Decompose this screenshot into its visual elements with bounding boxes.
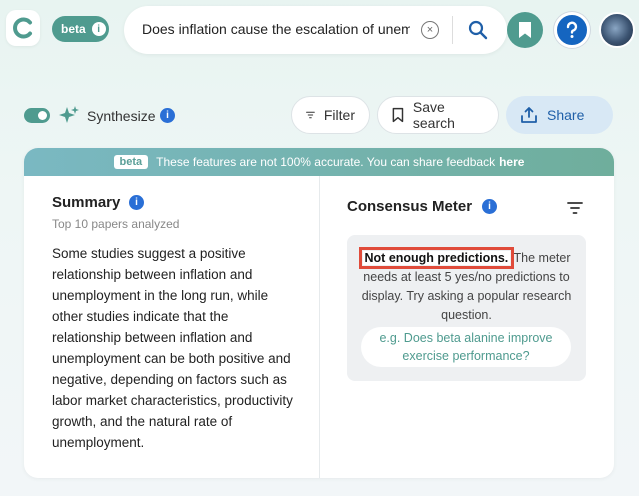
not-enough-predictions-label: Not enough predictions.: [358, 247, 515, 269]
banner-beta-tag: beta: [113, 155, 149, 169]
summary-body: Some studies suggest a positive relation…: [52, 246, 293, 450]
share-button[interactable]: Share: [506, 96, 613, 134]
sparkle-icon: [58, 105, 80, 127]
feedback-link[interactable]: here: [499, 155, 524, 169]
clear-icon[interactable]: ×: [421, 21, 439, 39]
share-icon: [521, 107, 537, 123]
beta-label: beta: [61, 22, 86, 36]
results-card: beta These features are not 100% accurat…: [24, 148, 614, 478]
filter-label: Filter: [323, 107, 355, 123]
sort-icon[interactable]: [566, 200, 584, 216]
consensus-meter-panel: Not enough predictions. The meter needs …: [347, 235, 586, 381]
column-divider: [319, 176, 320, 478]
consensus-meter-title: Consensus Meter: [347, 198, 473, 215]
search-bar: Does inflation cause the escalation of u…: [124, 6, 507, 54]
summary-subtitle: Top 10 papers analyzed: [52, 217, 180, 231]
logo-icon[interactable]: [6, 10, 40, 46]
avatar[interactable]: [599, 12, 635, 48]
bookmark-outline-icon: [392, 107, 404, 123]
filter-icon: [306, 111, 315, 119]
info-icon[interactable]: i: [129, 195, 144, 210]
info-icon[interactable]: i: [482, 199, 497, 214]
filter-button[interactable]: Filter: [291, 96, 370, 134]
share-label: Share: [547, 107, 585, 123]
search-icon[interactable]: [466, 18, 490, 42]
bookmark-icon[interactable]: [507, 12, 543, 48]
beta-banner: beta These features are not 100% accurat…: [24, 148, 614, 176]
consensus-message: Not enough predictions. The meter needs …: [357, 247, 576, 325]
synthesize-label: Synthesize: [87, 108, 156, 124]
example-question-button[interactable]: e.g. Does beta alanine improve exercise …: [361, 327, 571, 367]
banner-text: These features are not 100% accurate. Yo…: [156, 155, 496, 169]
beta-badge[interactable]: beta i: [52, 16, 109, 42]
summary-title: Summary: [52, 194, 121, 211]
search-input[interactable]: Does inflation cause the escalation of u…: [142, 21, 410, 37]
save-search-label: Save search: [412, 99, 455, 131]
synthesize-toggle[interactable]: [24, 108, 50, 123]
help-icon[interactable]: [554, 12, 590, 48]
info-icon: i: [91, 22, 106, 36]
search-divider: [452, 16, 453, 44]
save-search-button[interactable]: Save search: [377, 96, 499, 134]
info-icon[interactable]: i: [160, 108, 175, 123]
